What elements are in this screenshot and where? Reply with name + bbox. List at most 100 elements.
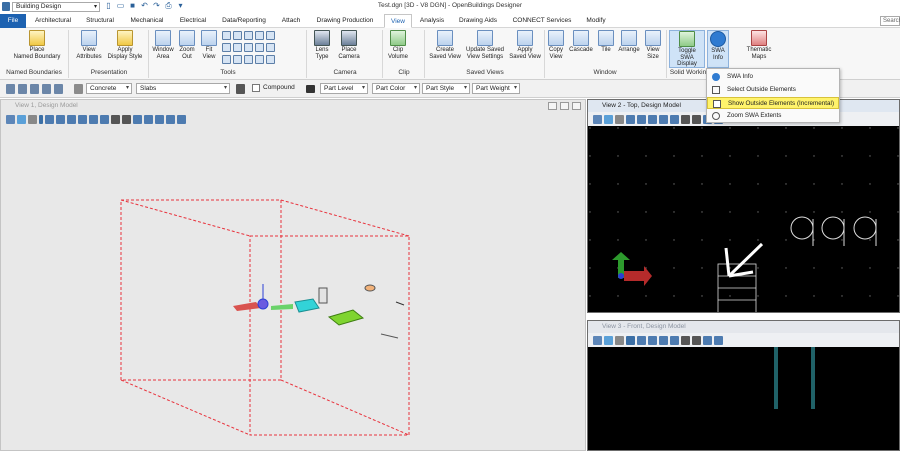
compound-checkbox[interactable] xyxy=(252,84,260,92)
window-area-icon[interactable] xyxy=(659,335,668,345)
place-named-boundary-button[interactable]: Place Named Boundary xyxy=(8,30,66,60)
rotate-icon[interactable] xyxy=(89,114,98,124)
fit-view-button[interactable]: Fit View xyxy=(198,30,220,60)
fit-view-icon[interactable] xyxy=(670,335,679,345)
camera-icon[interactable] xyxy=(133,114,142,124)
top-view-icon[interactable] xyxy=(255,31,264,40)
line-weight-icon[interactable] xyxy=(306,85,315,93)
cascade-button[interactable]: Cascade xyxy=(568,30,594,54)
display-style-icon[interactable] xyxy=(604,335,613,345)
view-attributes-button[interactable]: View Attributes xyxy=(72,30,106,60)
view-attributes-icon[interactable] xyxy=(593,114,602,124)
tab-analysis[interactable]: Analysis xyxy=(414,14,450,28)
tab-drawing-production[interactable]: Drawing Production xyxy=(310,14,380,28)
minimize-button[interactable] xyxy=(548,102,557,110)
copy-view-icon[interactable] xyxy=(144,114,153,124)
undo-view-icon[interactable] xyxy=(681,335,690,345)
right-view-icon[interactable] xyxy=(244,43,253,52)
tab-file[interactable]: File xyxy=(0,14,26,28)
zoom-out-icon[interactable] xyxy=(648,335,657,345)
zoom-out-icon[interactable] xyxy=(637,114,646,124)
material-select[interactable]: Concrete ▾ xyxy=(86,83,132,94)
back-view-icon[interactable] xyxy=(244,55,253,64)
view-1-canvas[interactable] xyxy=(1,126,586,451)
pick-icon[interactable] xyxy=(74,84,83,94)
camera-icon[interactable] xyxy=(703,335,712,345)
zoom-out-icon[interactable] xyxy=(56,114,65,124)
tab-modify[interactable]: Modify xyxy=(580,14,612,28)
lighting-icon[interactable] xyxy=(615,335,624,345)
iso-view-icon[interactable] xyxy=(266,31,275,40)
view-3-canvas[interactable] xyxy=(588,347,900,451)
undo-view-icon[interactable] xyxy=(111,114,120,124)
view-2-window[interactable]: View 2 - Top, Design Model xyxy=(587,99,900,313)
window-area-button[interactable]: Window Area xyxy=(150,30,176,60)
display-style-icon[interactable] xyxy=(17,114,26,124)
arrange-button[interactable]: Arrange xyxy=(616,30,642,54)
rotate-icon[interactable] xyxy=(670,114,679,124)
tile-button[interactable]: Tile xyxy=(596,30,616,54)
pan-icon[interactable] xyxy=(100,114,109,124)
redo-view-icon[interactable] xyxy=(122,114,131,124)
part-style-select[interactable]: Part Style ▾ xyxy=(422,83,470,94)
clip-volume-icon[interactable] xyxy=(166,114,175,124)
create-saved-view-button[interactable]: Create Saved View xyxy=(428,30,462,60)
tab-structural[interactable]: Structural xyxy=(80,14,120,28)
clip-icon[interactable] xyxy=(39,114,43,124)
family-select[interactable]: Slabs ▾ xyxy=(136,83,230,94)
pan-icon[interactable] xyxy=(233,31,242,40)
left-view-icon[interactable] xyxy=(255,43,264,52)
tab-electrical[interactable]: Electrical xyxy=(174,14,212,28)
tab-data-reporting[interactable]: Data/Reporting xyxy=(216,14,272,28)
tab-attach[interactable]: Attach xyxy=(276,14,306,28)
bottom-view-icon[interactable] xyxy=(266,43,275,52)
menu-item-zoom-swa-extents[interactable]: Zoom SWA Extents xyxy=(707,110,839,122)
attribute-tool-icon[interactable] xyxy=(6,84,15,94)
previous-view-icon[interactable] xyxy=(222,55,231,64)
search-input[interactable]: Search xyxy=(880,16,900,26)
close-button[interactable] xyxy=(572,102,581,110)
part-level-select[interactable]: Part Level ▾ xyxy=(320,83,368,94)
part-color-select[interactable]: Part Color ▾ xyxy=(372,83,420,94)
attribute-tool-icon[interactable] xyxy=(30,84,39,94)
next-view-icon[interactable] xyxy=(233,55,242,64)
clip-volume-button[interactable]: Clip Volume xyxy=(386,30,410,60)
tab-connect-services[interactable]: CONNECT Services xyxy=(508,14,576,28)
window-area-icon[interactable] xyxy=(648,114,657,124)
lighting-icon[interactable] xyxy=(28,114,37,124)
view-attributes-icon[interactable] xyxy=(6,114,15,124)
update-view-icon[interactable] xyxy=(266,55,275,64)
tab-view[interactable]: View xyxy=(384,14,412,28)
fit-view-icon[interactable] xyxy=(78,114,87,124)
zoom-in-icon[interactable] xyxy=(637,335,646,345)
copy-view-button[interactable]: Copy View xyxy=(546,30,566,60)
view-cube-icon[interactable] xyxy=(255,55,264,64)
view-2-canvas[interactable] xyxy=(588,126,900,313)
place-camera-button[interactable]: Place Camera xyxy=(336,30,362,60)
zoom-in-icon[interactable] xyxy=(222,43,231,52)
view-size-button[interactable]: View Size xyxy=(642,30,664,60)
redo-view-icon[interactable] xyxy=(692,114,701,124)
apply-display-style-button[interactable]: Apply Display Style xyxy=(106,30,144,60)
attribute-tool-icon[interactable] xyxy=(42,84,51,94)
view-attributes-icon[interactable] xyxy=(593,335,602,345)
saved-view-icon[interactable] xyxy=(155,114,164,124)
lens-type-button[interactable]: Lens Type xyxy=(310,30,334,60)
menu-item-show-outside-elements[interactable]: Show Outside Elements (Incremental) xyxy=(707,97,839,109)
attribute-tool-icon[interactable] xyxy=(54,84,63,94)
tab-architectural[interactable]: Architectural xyxy=(28,14,78,28)
zoom-in-icon[interactable] xyxy=(45,114,54,124)
view-3-window[interactable]: View 3 - Front, Design Model xyxy=(587,320,900,451)
swa-info-button[interactable]: SWA Info xyxy=(707,30,729,68)
update-saved-view-button[interactable]: Update Saved View Settings xyxy=(464,30,506,60)
swa-icon[interactable] xyxy=(177,114,186,124)
undo-view-icon[interactable] xyxy=(681,114,690,124)
settings-icon[interactable] xyxy=(236,84,245,94)
window-area-icon[interactable] xyxy=(67,114,76,124)
clip-icon[interactable] xyxy=(626,335,635,345)
maximize-button[interactable] xyxy=(560,102,569,110)
apply-saved-view-button[interactable]: Apply Saved View xyxy=(508,30,542,60)
toggle-swa-display-button[interactable]: Toggle SWA Display xyxy=(669,30,705,68)
zoom-out-button[interactable]: Zoom Out xyxy=(176,30,198,60)
tab-drawing-aids[interactable]: Drawing Aids xyxy=(454,14,502,28)
